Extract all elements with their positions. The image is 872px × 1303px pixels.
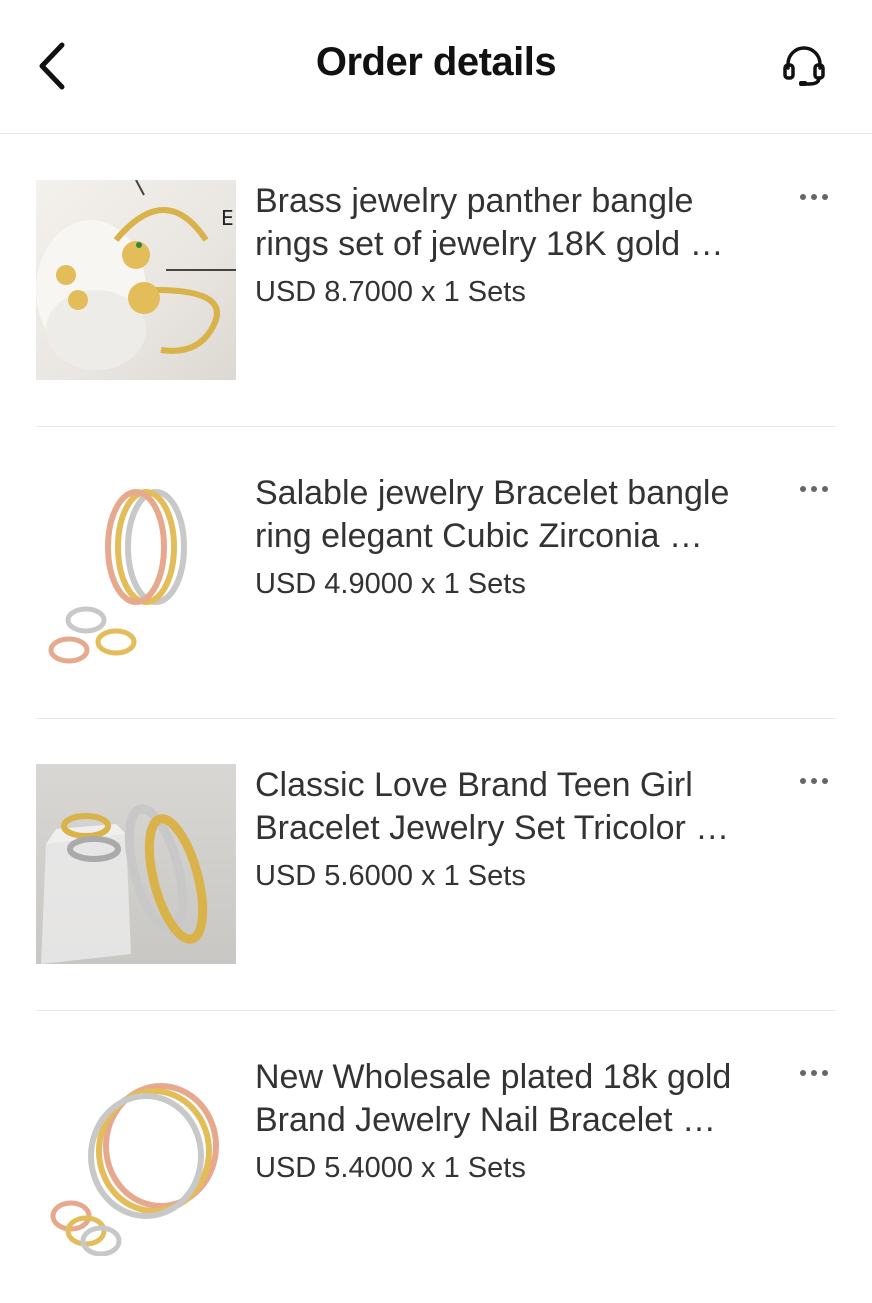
- more-options-button[interactable]: [796, 183, 832, 211]
- order-item: New Wholesale plated 18k gold Brand Jewe…: [36, 1011, 836, 1303]
- product-image[interactable]: [36, 764, 236, 964]
- product-info[interactable]: Classic Love Brand Teen Girl Bracelet Je…: [255, 764, 775, 896]
- nail-bracelet-gold-image: [50, 1083, 219, 1256]
- product-name: New Wholesale plated 18k gold Brand Jewe…: [255, 1058, 732, 1139]
- svg-text:E: E: [221, 206, 234, 230]
- order-item: Salable jewelry Bracelet bangle ring ele…: [36, 427, 836, 719]
- product-name: Brass jewelry panther bangle rings set o…: [255, 182, 724, 263]
- love-bracelet-set-image: [41, 804, 208, 964]
- product-price: USD 5.4000 x 1 Sets: [255, 1152, 526, 1184]
- product-info[interactable]: New Wholesale plated 18k gold Brand Jewe…: [255, 1056, 775, 1188]
- headset-icon: [783, 46, 825, 86]
- customer-service-button[interactable]: [776, 38, 832, 94]
- product-info[interactable]: Salable jewelry Bracelet bangle ring ele…: [255, 472, 775, 604]
- more-dots-icon: [800, 1070, 828, 1076]
- product-image[interactable]: [36, 1056, 236, 1256]
- product-price: USD 4.9000 x 1 Sets: [255, 568, 526, 600]
- product-price: USD 8.7000 x 1 Sets: [255, 276, 526, 308]
- panther-bangle-set-image: E: [36, 180, 236, 370]
- more-options-button[interactable]: [796, 767, 832, 795]
- nail-bangle-tricolor-image: [48, 489, 187, 664]
- product-price: USD 5.6000 x 1 Sets: [255, 860, 526, 892]
- more-dots-icon: [800, 194, 828, 200]
- product-name: Classic Love Brand Teen Girl Bracelet Je…: [255, 766, 730, 847]
- product-image[interactable]: E: [36, 180, 236, 380]
- order-item: E Brass jewelry panther bangle rings set…: [36, 135, 836, 427]
- more-options-button[interactable]: [796, 1059, 832, 1087]
- more-dots-icon: [800, 486, 828, 492]
- order-item: Classic Love Brand Teen Girl Bracelet Je…: [36, 719, 836, 1011]
- page-title: Order details: [315, 40, 557, 84]
- top-bar: Order details: [0, 0, 872, 134]
- more-options-button[interactable]: [796, 475, 832, 503]
- product-name: Salable jewelry Bracelet bangle ring ele…: [255, 474, 730, 555]
- more-dots-icon: [800, 778, 828, 784]
- product-info[interactable]: Brass jewelry panther bangle rings set o…: [255, 180, 775, 312]
- product-image[interactable]: [36, 472, 236, 672]
